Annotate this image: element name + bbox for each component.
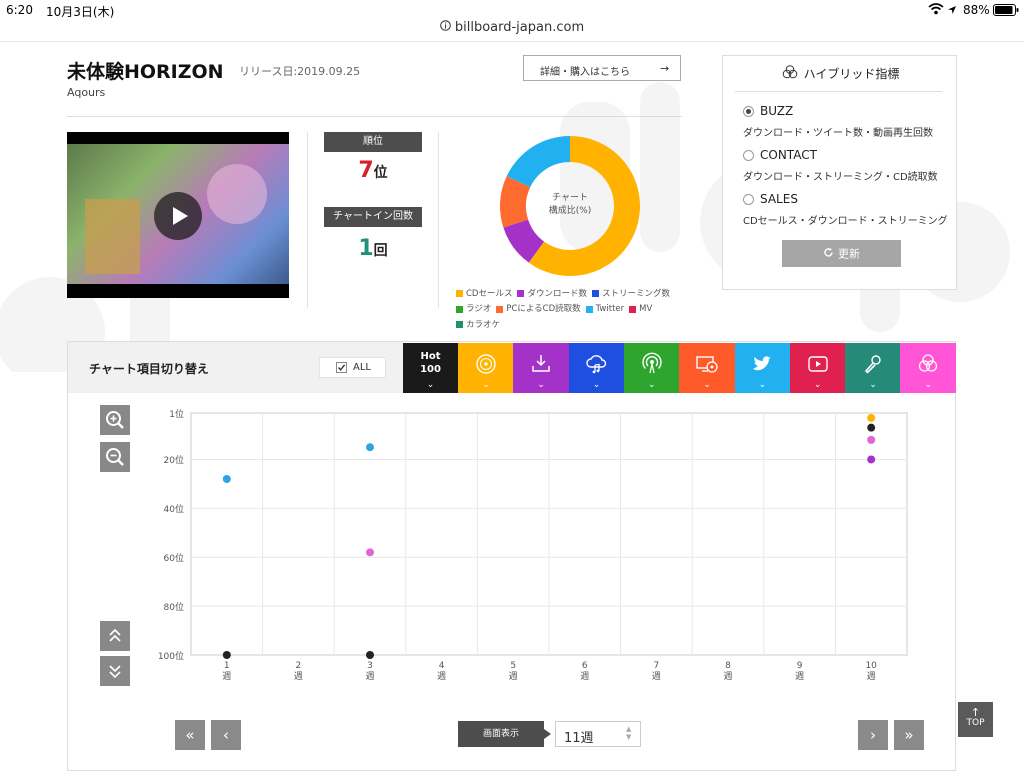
chart-point[interactable] (366, 548, 374, 557)
display-label: 画面表示 (458, 721, 544, 747)
y-tick-label: 1位 (169, 410, 184, 420)
back-to-top-button[interactable]: ↑ TOP (958, 702, 993, 737)
x-tick-week-unit: 週 (580, 672, 590, 682)
x-tick-week-unit: 週 (795, 672, 805, 682)
last-page-button[interactable]: » (894, 720, 924, 750)
x-tick-week-unit: 週 (651, 672, 661, 682)
x-tick-label: 6週 (575, 661, 595, 683)
x-tick-week-number: 3 (367, 661, 373, 671)
x-tick-week-number: 8 (725, 661, 731, 671)
x-tick-label: 8週 (718, 661, 738, 683)
x-tick-week-unit: 週 (437, 672, 447, 682)
x-tick-week-number: 4 (438, 661, 445, 671)
display-label-arrow (544, 729, 551, 739)
weeks-select[interactable]: 11週 ▲ ▼ (555, 721, 641, 747)
x-tick-label: 5週 (503, 661, 523, 683)
y-tick-label: 60位 (163, 554, 184, 565)
y-tick-label: 20位 (163, 456, 184, 467)
y-tick-label: 100位 (157, 652, 184, 662)
first-page-button[interactable]: « (175, 720, 205, 750)
chart-point[interactable] (222, 651, 231, 659)
x-tick-week-unit: 週 (293, 672, 303, 682)
arrow-up-icon: ↑ (970, 706, 981, 719)
x-tick-week-number: 9 (796, 661, 803, 671)
x-tick-week-number: 6 (581, 661, 588, 671)
chart-point[interactable] (867, 455, 876, 464)
select-arrows-icon: ▲ ▼ (626, 725, 632, 741)
chart-point[interactable] (867, 423, 876, 432)
chart-point[interactable] (222, 475, 231, 483)
chart-point[interactable] (366, 443, 374, 452)
x-tick-week-number: 10 (865, 661, 877, 671)
x-tick-week-number: 2 (295, 661, 302, 671)
x-tick-label: 1週 (217, 661, 237, 683)
prev-page-button[interactable]: ‹ (211, 720, 241, 750)
x-tick-label: 10 週 (861, 661, 881, 683)
chevron-right-icon: › (870, 726, 876, 744)
chevron-left-icon: ‹ (223, 726, 229, 744)
x-tick-week-number: 7 (653, 661, 660, 671)
x-tick-label: 9週 (790, 661, 810, 683)
x-tick-week-number: 5 (510, 661, 517, 671)
x-tick-week-unit: 週 (866, 672, 876, 682)
double-chevron-left-icon: « (185, 726, 195, 744)
next-page-button[interactable]: › (858, 720, 888, 750)
x-tick-week-unit: 週 (365, 672, 375, 682)
x-tick-label: 2週 (288, 661, 308, 683)
chart-point[interactable] (366, 651, 374, 659)
x-tick-label: 7週 (646, 661, 666, 683)
x-tick-week-unit: 週 (222, 672, 232, 682)
y-tick-label: 80位 (163, 603, 184, 614)
x-tick-week-unit: 週 (508, 672, 518, 682)
chart-point[interactable] (867, 435, 876, 444)
x-tick-week-unit: 週 (723, 672, 733, 682)
x-tick-label: 4週 (432, 661, 452, 683)
chart-point[interactable] (867, 413, 876, 422)
weeks-value: 11週 (564, 731, 594, 746)
double-chevron-right-icon: » (904, 726, 914, 744)
x-tick-label: 3週 (360, 661, 380, 683)
top-label: TOP (966, 718, 985, 728)
y-tick-label: 40位 (163, 505, 184, 516)
x-tick-week-number: 1 (223, 661, 230, 671)
